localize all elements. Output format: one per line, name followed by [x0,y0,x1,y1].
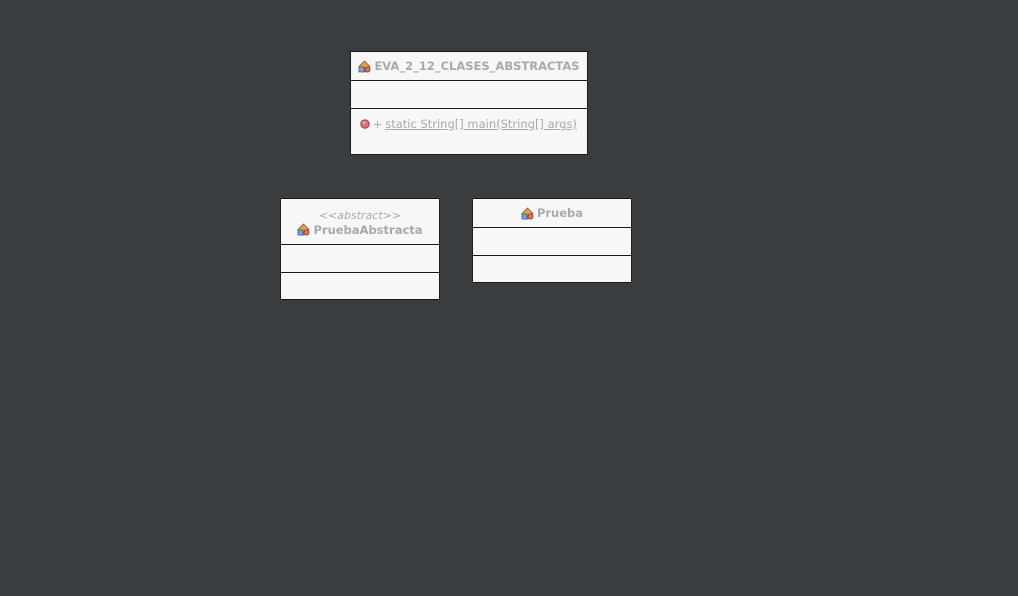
class-header: <<abstract>> PruebaAbstracta [281,199,439,244]
class-header: Prueba [473,199,631,227]
method-visibility: + [373,117,383,131]
attributes-compartment [473,227,631,255]
class-icon [297,223,311,236]
method-row[interactable]: + static String[] main(String[] args) [351,109,587,131]
class-box-prueba-abstracta[interactable]: <<abstract>> PruebaAbstracta [280,198,440,300]
class-header: EVA_2_12_CLASES_ABSTRACTAS [351,52,587,80]
methods-compartment [473,255,631,282]
class-name-row: PruebaAbstracta [297,222,423,237]
class-name-row: Prueba [521,206,583,220]
attributes-compartment [281,244,439,272]
attributes-compartment [351,80,587,108]
class-box-eva-2-12-clases-abstractas[interactable]: EVA_2_12_CLASES_ABSTRACTAS + static Stri… [350,51,588,155]
class-icon [521,206,534,220]
class-name: EVA_2_12_CLASES_ABSTRACTAS [374,59,580,73]
methods-compartment [281,272,439,299]
class-name-row: EVA_2_12_CLASES_ABSTRACTAS [358,59,580,73]
class-box-prueba[interactable]: Prueba [472,198,632,283]
public-method-icon [360,119,370,129]
method-signature: static String[] main(String[] args) [385,117,577,131]
class-stereotype: <<abstract>> [318,208,402,222]
class-name: Prueba [536,206,584,220]
methods-compartment: + static String[] main(String[] args) [351,108,587,154]
class-icon [358,59,372,73]
class-name: PruebaAbstracta [313,222,423,237]
